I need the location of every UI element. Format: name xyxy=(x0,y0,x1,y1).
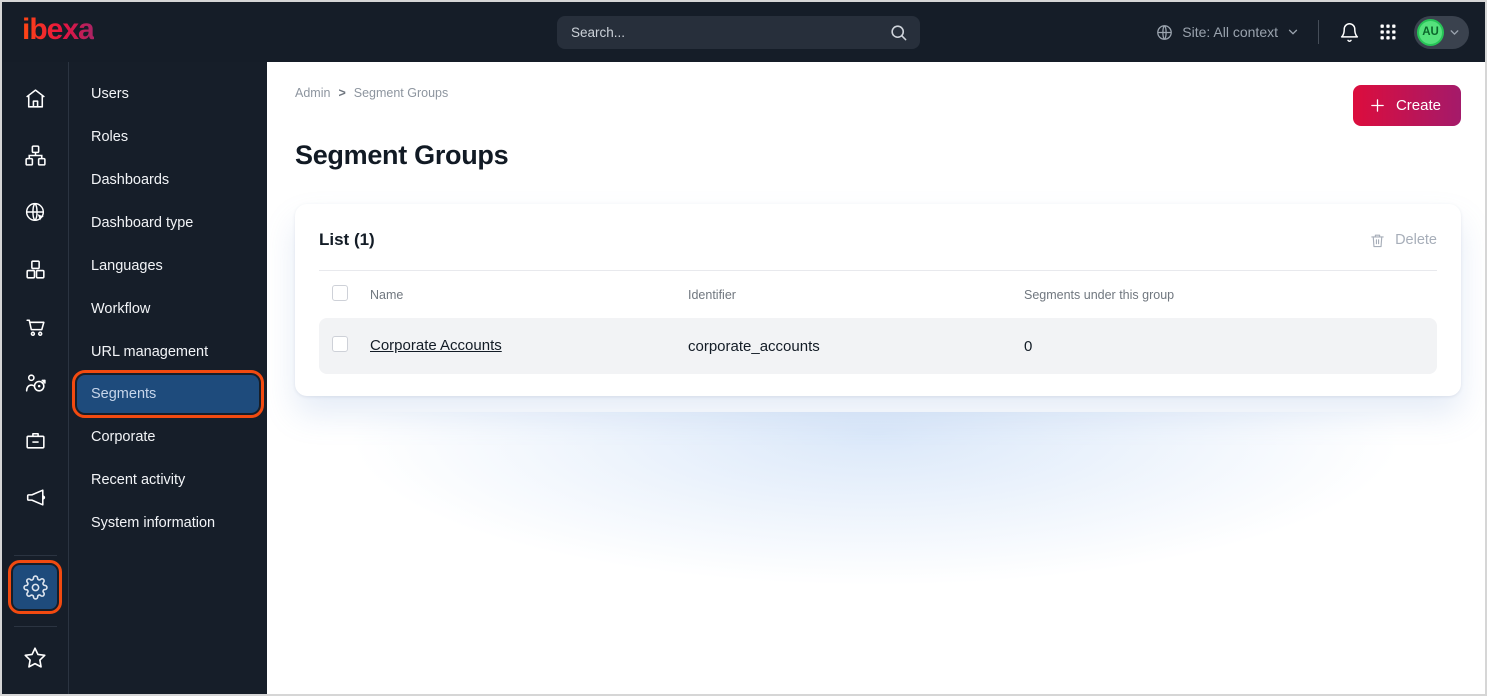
segment-group-identifier: corporate_accounts xyxy=(688,337,820,355)
boxes-icon xyxy=(23,257,48,282)
segment-groups-list-card: List (1) Delete Name Identifier Segments… xyxy=(295,204,1461,396)
list-title: List (1) xyxy=(319,230,375,249)
star-icon xyxy=(22,645,48,671)
breadcrumb-segment-groups[interactable]: Segment Groups xyxy=(354,86,449,100)
rail-item-content-tree[interactable] xyxy=(2,127,68,184)
home-icon xyxy=(23,86,48,111)
create-button[interactable]: Create xyxy=(1352,85,1461,126)
table-row: Corporate Accounts corporate_accounts 0 xyxy=(319,318,1437,374)
table-header-row: Name Identifier Segments under this grou… xyxy=(319,271,1437,316)
sidebar-item-roles[interactable]: Roles xyxy=(69,115,267,158)
search-icon[interactable] xyxy=(889,23,908,42)
bell-icon xyxy=(1339,22,1360,43)
sidebar-item-users[interactable]: Users xyxy=(69,72,267,115)
sitemap-icon xyxy=(23,143,48,168)
rail-divider xyxy=(13,626,57,627)
segment-group-count: 0 xyxy=(1024,337,1033,355)
rail-item-settings-active[interactable] xyxy=(8,560,62,614)
segment-group-link[interactable]: Corporate Accounts xyxy=(370,337,502,354)
row-checkbox[interactable] xyxy=(332,335,348,352)
badge-icon xyxy=(23,428,48,453)
breadcrumb-admin[interactable]: Admin xyxy=(295,86,330,100)
rail-item-product-catalog[interactable] xyxy=(2,241,68,298)
main-content: Admin > Segment Groups Create Segment Gr… xyxy=(267,62,1485,694)
rail-divider xyxy=(13,555,57,556)
sidebar-item-system-information[interactable]: System information xyxy=(69,501,267,544)
column-header-name: Name xyxy=(370,287,404,302)
card-glow xyxy=(267,412,1485,692)
sidebar-item-segments[interactable]: Segments xyxy=(72,370,264,418)
sidebar-item-workflow[interactable]: Workflow xyxy=(69,287,267,330)
grid-icon xyxy=(1378,22,1398,42)
rail-item-home[interactable] xyxy=(2,70,68,127)
sidebar-item-languages[interactable]: Languages xyxy=(69,244,267,287)
globe-cursor-icon xyxy=(23,200,48,225)
ibexa-logo[interactable]: ibexa xyxy=(22,15,95,49)
rail-bottom-section xyxy=(2,555,68,694)
sidebar-item-corporate[interactable]: Corporate xyxy=(69,415,267,458)
rail-item-commerce[interactable] xyxy=(2,298,68,355)
chevron-down-icon xyxy=(1286,25,1300,39)
sidebar-item-url-management[interactable]: URL management xyxy=(69,330,267,373)
global-search[interactable] xyxy=(557,16,920,49)
rail-item-marketing[interactable] xyxy=(2,469,68,526)
delete-button[interactable]: Delete xyxy=(1369,232,1437,249)
column-header-segments-under-group: Segments under this group xyxy=(1024,287,1175,302)
megaphone-icon xyxy=(23,485,48,510)
cart-icon xyxy=(23,314,48,339)
app-switcher-button[interactable] xyxy=(1376,20,1400,44)
delete-button-label: Delete xyxy=(1395,232,1437,248)
admin-sidebar: Users Roles Dashboards Dashboard type La… xyxy=(69,62,267,694)
user-target-icon xyxy=(23,371,48,396)
site-context-label: Site: All context xyxy=(1182,24,1278,40)
site-context-selector[interactable]: Site: All context xyxy=(1155,23,1300,42)
sidebar-item-dashboards[interactable]: Dashboards xyxy=(69,158,267,201)
globe-icon xyxy=(1155,23,1174,42)
breadcrumb: Admin > Segment Groups xyxy=(295,86,448,100)
select-all-checkbox[interactable] xyxy=(332,285,348,301)
plus-icon xyxy=(1369,97,1386,114)
sidebar-item-dashboard-type[interactable]: Dashboard type xyxy=(69,201,267,244)
chevron-down-icon xyxy=(1448,26,1461,39)
segment-groups-table: Name Identifier Segments under this grou… xyxy=(319,271,1437,374)
search-input[interactable] xyxy=(571,25,889,40)
top-bar: ibexa Site: All context xyxy=(2,2,1485,62)
avatar: AU xyxy=(1417,18,1444,46)
app-window: ibexa Site: All context xyxy=(0,0,1487,696)
topbar-controls: Site: All context AU xyxy=(1155,15,1469,49)
page-title: Segment Groups xyxy=(295,140,509,170)
topbar-divider xyxy=(1318,20,1319,44)
create-button-label: Create xyxy=(1395,97,1441,114)
rail-item-bookmarks[interactable] xyxy=(22,640,48,676)
column-header-identifier: Identifier xyxy=(688,287,736,302)
notifications-button[interactable] xyxy=(1337,20,1362,45)
trash-icon xyxy=(1369,232,1386,249)
rail-item-subscriptions[interactable] xyxy=(2,412,68,469)
main-icon-rail xyxy=(2,62,69,694)
gear-icon xyxy=(22,574,48,600)
sidebar-item-recent-activity[interactable]: Recent activity xyxy=(69,458,267,501)
rail-item-site[interactable] xyxy=(2,184,68,241)
rail-item-personalization[interactable] xyxy=(2,355,68,412)
breadcrumb-separator: > xyxy=(338,86,346,100)
user-menu[interactable]: AU xyxy=(1414,15,1469,49)
